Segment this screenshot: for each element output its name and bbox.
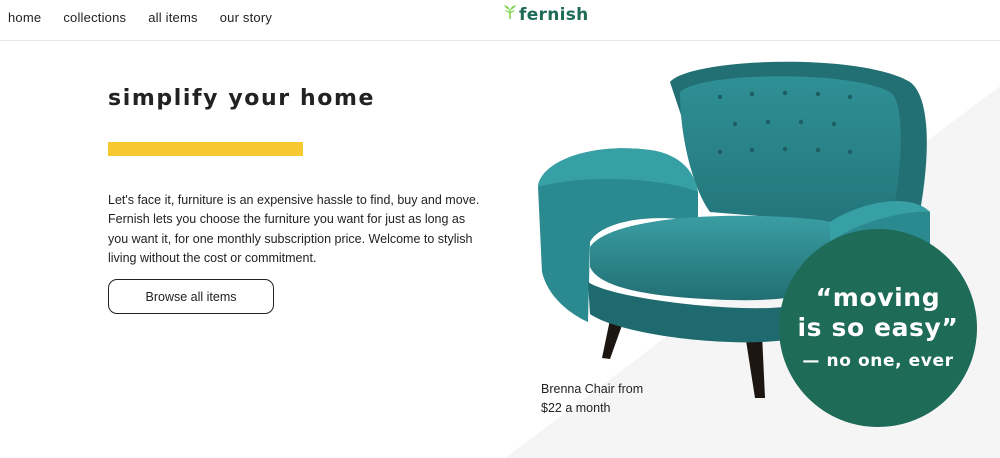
nav-link-all-items[interactable]: all items xyxy=(148,10,197,25)
quote-badge: “moving is so easy” — no one, ever xyxy=(779,229,977,427)
browse-all-items-button[interactable]: Browse all items xyxy=(108,279,274,314)
nav-link-home[interactable]: home xyxy=(8,10,41,25)
product-caption: Brenna Chair from $22 a month xyxy=(541,380,643,418)
fernish-logo[interactable]: fernish xyxy=(502,5,589,25)
nav-link-our-story[interactable]: our story xyxy=(220,10,272,25)
hero-description: Let's face it, furniture is an expensive… xyxy=(108,193,480,266)
nav-link-collections[interactable]: collections xyxy=(63,10,126,25)
accent-underline xyxy=(108,142,303,156)
main-nav: home collections all items our story xyxy=(8,10,272,25)
hero-title: simplify your home xyxy=(108,86,376,111)
top-navigation-bar: home collections all items our story fer… xyxy=(0,0,1000,41)
quote-line-2: is so easy” xyxy=(797,313,959,342)
fern-leaf-icon xyxy=(504,5,516,19)
product-caption-name: Brenna Chair from xyxy=(541,382,644,396)
product-caption-price: $22 a month xyxy=(541,401,611,415)
quote-line-1: “moving xyxy=(815,283,941,312)
quote-attribution: — no one, ever xyxy=(802,351,954,371)
logo-wordmark: fernish xyxy=(519,5,589,25)
